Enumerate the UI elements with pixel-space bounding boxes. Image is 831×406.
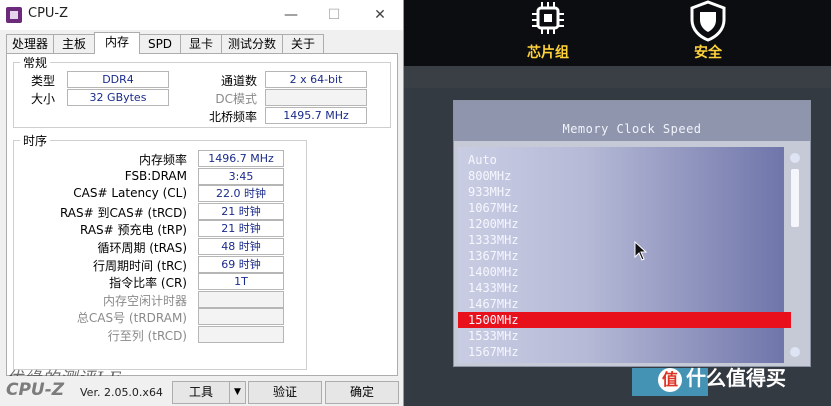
tab-memory[interactable]: 内存: [94, 32, 140, 54]
timing-value: 1496.7 MHz: [198, 150, 284, 167]
memory-panel: 常规 类型 DDR4 大小 32 GBytes 通道数 2 x 64-bit D…: [6, 53, 398, 376]
nb-frequency-value: 1495.7 MHz: [265, 107, 367, 124]
timing-label: CAS# Latency (CL): [73, 186, 187, 201]
cpuz-app-icon: [6, 7, 22, 23]
channels-label: 通道数: [220, 74, 257, 88]
scrollbar[interactable]: [788, 153, 802, 359]
timing-label: FSB:DRAM: [124, 168, 187, 183]
timing-label: 行周期时间 (tRC): [92, 258, 187, 273]
timing-value: 1T: [198, 273, 284, 291]
timing-label: 指令比率 (CR): [109, 276, 187, 291]
size-value: 32 GBytes: [67, 89, 169, 106]
option-item[interactable]: 933MHz: [468, 184, 511, 200]
timing-value: 69 时钟: [198, 255, 284, 273]
timing-label: RAS# 到CAS# (tRCD): [59, 205, 187, 220]
type-value: DDR4: [67, 71, 169, 88]
tab-about[interactable]: 关于: [282, 34, 324, 53]
watermark: 值什么值得买: [658, 362, 786, 392]
tab-bench[interactable]: 测试分数: [221, 34, 283, 53]
shield-icon: [688, 0, 728, 42]
dc-mode-value: [265, 89, 367, 106]
channels-value: 2 x 64-bit: [265, 71, 367, 88]
bios-tab-security[interactable]: 安全: [658, 0, 758, 66]
mouse-cursor-icon: [634, 241, 648, 261]
scrollbar-thumb[interactable]: [791, 169, 799, 227]
scroll-up-arrow-icon[interactable]: [790, 153, 800, 163]
timing-value: 22.0 时钟: [198, 185, 284, 203]
validate-button[interactable]: 验证: [248, 381, 322, 404]
dialog-title: Memory Clock Speed: [454, 101, 810, 141]
option-item[interactable]: 1567MHz: [468, 344, 519, 360]
footer-bar: CPU-Z Ver. 2.05.0.x64 工具 ▼ 验证 确定: [0, 376, 403, 406]
timing-value: 21 时钟: [198, 202, 284, 220]
timing-value: [198, 326, 284, 343]
bios-tab-chipset[interactable]: 芯片组: [498, 0, 598, 66]
scroll-down-arrow-icon[interactable]: [790, 347, 800, 357]
timing-label: 内存空闲计时器: [102, 293, 187, 308]
timing-value: 21 时钟: [198, 220, 284, 238]
option-item[interactable]: Auto: [468, 152, 497, 168]
option-item[interactable]: 1400MHz: [468, 264, 519, 280]
dc-mode-label: DC模式: [215, 92, 257, 106]
minimize-button[interactable]: —: [276, 4, 306, 26]
option-selected[interactable]: 1500MHz: [458, 312, 791, 328]
tab-graphics[interactable]: 显卡: [180, 34, 222, 53]
watermark-logo-icon: 值: [658, 367, 682, 392]
cpuz-window: CPU-Z — ☐ ✕ 处理器 主板 内存 SPD 显卡 测试分数 关于 常规 …: [0, 0, 404, 406]
timing-value: [198, 308, 284, 326]
option-item[interactable]: 800MHz: [468, 168, 511, 184]
close-button[interactable]: ✕: [365, 4, 395, 26]
tab-spd[interactable]: SPD: [139, 34, 181, 53]
tab-mainboard[interactable]: 主板: [53, 34, 95, 53]
tools-dropdown-arrow-icon[interactable]: ▼: [229, 381, 246, 404]
bios-screen: 芯片组 安全 Memory Clock Speed Auto 800MHz 933M…: [400, 0, 831, 406]
timing-value: [198, 290, 284, 308]
size-label: 大小: [30, 92, 55, 106]
window-title: CPU-Z: [28, 6, 69, 21]
timing-label: 内存频率: [138, 153, 187, 167]
timing-label: 行至列 (tRCD): [107, 329, 187, 343]
option-item[interactable]: 1333MHz: [468, 232, 519, 248]
option-item[interactable]: 1067MHz: [468, 200, 519, 216]
type-label: 类型: [30, 74, 55, 88]
bios-top-bar: 芯片组 安全: [400, 0, 831, 66]
title-bar[interactable]: CPU-Z — ☐ ✕: [0, 0, 403, 30]
tools-button[interactable]: 工具: [172, 381, 230, 404]
chip-icon: [528, 0, 568, 40]
memory-clock-speed-dialog: Memory Clock Speed Auto 800MHz 933MHz 1067M…: [453, 100, 811, 367]
timing-label: 循环周期 (tRAS): [97, 241, 187, 255]
ok-button[interactable]: 确定: [325, 381, 399, 404]
timing-label: 总CAS号 (tRDRAM): [76, 311, 187, 326]
timing-value: 48 时钟: [198, 238, 284, 255]
timing-label: RAS# 预充电 (tRP): [79, 223, 187, 238]
option-item[interactable]: 1533MHz: [468, 328, 519, 344]
option-item[interactable]: 1367MHz: [468, 248, 519, 264]
version-label: Ver. 2.05.0.x64: [80, 386, 163, 399]
maximize-button[interactable]: ☐: [319, 4, 349, 26]
tab-processor[interactable]: 处理器: [6, 34, 54, 53]
option-item[interactable]: 1433MHz: [468, 280, 519, 296]
general-legend: 常规: [23, 56, 48, 70]
nb-frequency-label: 北桥频率: [208, 110, 257, 124]
bios-band: [400, 66, 831, 88]
cpuz-logo: CPU-Z: [6, 380, 65, 400]
option-item[interactable]: 1200MHz: [468, 216, 519, 232]
timing-value: 3:45: [198, 167, 284, 185]
timings-legend: 时序: [23, 134, 48, 148]
option-item[interactable]: 1467MHz: [468, 296, 519, 312]
bios-tab-partial[interactable]: [408, 0, 508, 66]
option-list[interactable]: Auto 800MHz 933MHz 1067MHz 1200MHz 1333MHz 136…: [458, 147, 791, 363]
